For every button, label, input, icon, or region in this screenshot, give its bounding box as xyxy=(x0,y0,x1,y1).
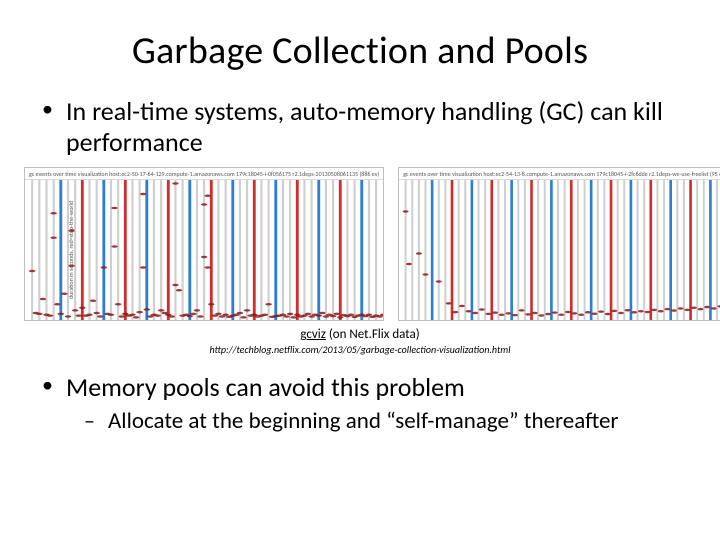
chart-source-link: http://techblog.netflix.com/2013/05/garb… xyxy=(40,343,680,356)
chart-caption: gcviz (on Net.Flix data) xyxy=(40,327,680,342)
chart-right: gc events over time visualization host:e… xyxy=(398,167,720,321)
chart-right-svg xyxy=(399,180,720,320)
bullet-list: In real-time systems, auto-memory handli… xyxy=(40,96,680,157)
chart-right-plot xyxy=(399,180,720,320)
slide-title: Garbage Collection and Pools xyxy=(40,28,680,74)
bullet-list-2: Memory pools can avoid this problem Allo… xyxy=(40,372,680,435)
chart-left-header: gc events over time visualization host:e… xyxy=(25,168,383,180)
bullet-2-text: Memory pools can avoid this problem xyxy=(66,371,465,403)
chart-left-svg xyxy=(25,180,383,320)
chart-right-frame: gc events over time visualization host:e… xyxy=(398,167,720,321)
chart-caption-rest: (on Net.Flix data) xyxy=(326,327,420,342)
chart-left: gc events over time visualization host:e… xyxy=(24,167,384,321)
chart-left-plot: duration in seconds, red=stop-the-world xyxy=(25,180,383,320)
bullet-1: In real-time systems, auto-memory handli… xyxy=(40,96,680,157)
bullet-2-sub: Allocate at the beginning and “self-mana… xyxy=(80,407,680,436)
slide: Garbage Collection and Pools In real-tim… xyxy=(0,0,720,540)
chart-row: gc events over time visualization host:e… xyxy=(24,167,696,321)
sub-bullet-list: Allocate at the beginning and “self-mana… xyxy=(66,407,680,436)
chart-left-frame: gc events over time visualization host:e… xyxy=(24,167,384,321)
chart-right-header: gc events over time visualization host:e… xyxy=(399,168,720,180)
bullet-2: Memory pools can avoid this problem Allo… xyxy=(40,372,680,435)
chart-caption-tool: gcviz xyxy=(300,327,326,342)
